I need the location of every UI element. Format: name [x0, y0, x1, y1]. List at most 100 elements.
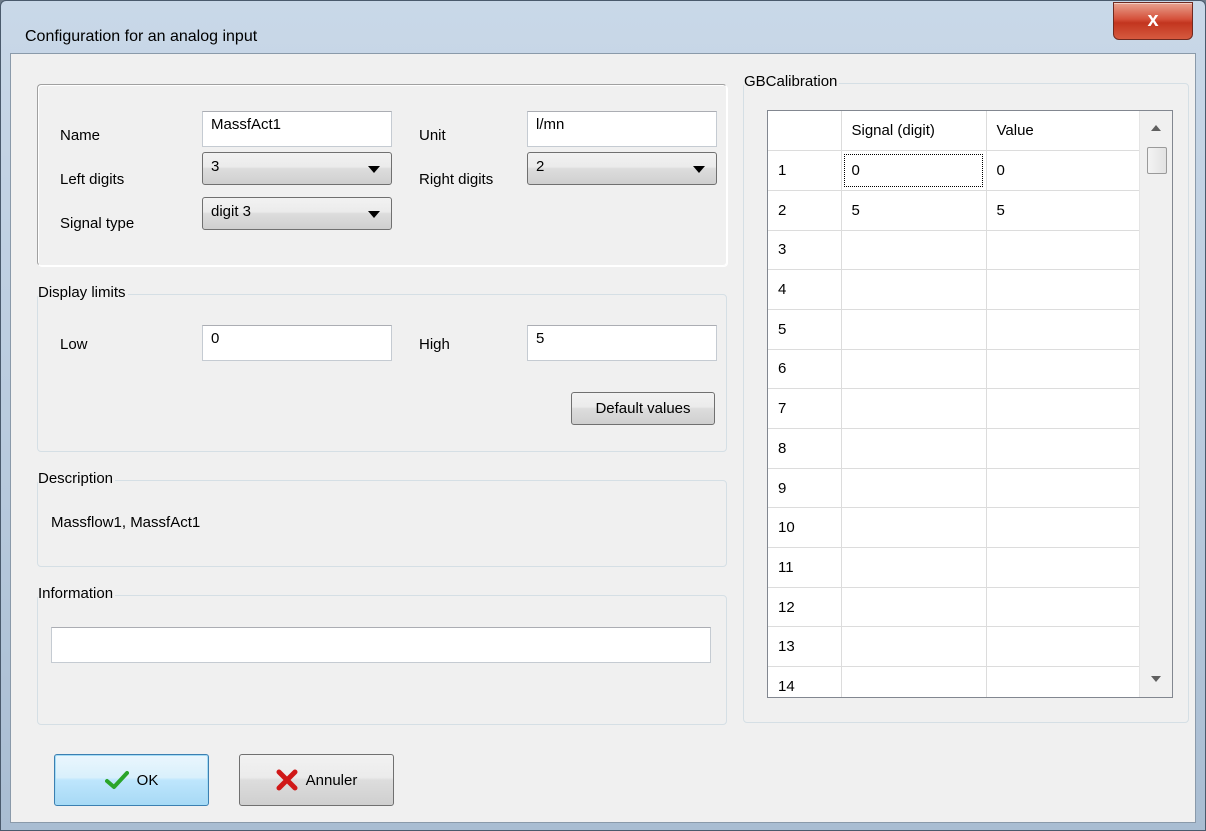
cancel-label: Annuler — [305, 771, 358, 789]
table-row[interactable]: 9 — [768, 468, 1141, 509]
unit-label: Unit — [419, 127, 446, 144]
signal-cell[interactable] — [841, 309, 987, 350]
signal-cell[interactable] — [841, 428, 987, 469]
right-digits-label: Right digits — [419, 171, 494, 188]
ok-label: OK — [136, 771, 159, 789]
row-header: 8 — [768, 428, 842, 469]
close-button[interactable]: x — [1113, 2, 1193, 40]
row-header: 4 — [768, 269, 842, 310]
signal-cell[interactable] — [841, 587, 987, 628]
scroll-up-icon[interactable] — [1140, 111, 1172, 147]
red-x-icon — [276, 769, 298, 791]
left-digits-value: 3 — [211, 158, 220, 175]
ok-button[interactable]: OK — [54, 754, 209, 806]
right-digits-select[interactable]: 2 — [527, 152, 717, 185]
value-cell[interactable] — [986, 666, 1141, 697]
value-column-header[interactable]: Value — [986, 111, 1141, 152]
value-cell[interactable] — [986, 587, 1141, 628]
signal-cell[interactable] — [841, 230, 987, 271]
table-row[interactable]: 6 — [768, 349, 1141, 390]
default-values-button[interactable]: Default values — [571, 392, 715, 425]
name-field[interactable]: MassfAct1 — [202, 111, 392, 147]
grid-corner-header — [768, 111, 842, 152]
table-row[interactable]: 100 — [768, 150, 1141, 191]
low-field[interactable]: 0 — [202, 325, 392, 361]
table-row[interactable]: 3 — [768, 230, 1141, 271]
signal-cell[interactable] — [841, 269, 987, 310]
value-cell[interactable] — [986, 349, 1141, 390]
high-label: High — [419, 336, 450, 353]
cancel-button[interactable]: Annuler — [239, 754, 394, 806]
row-header: 7 — [768, 388, 842, 429]
close-icon: x — [1147, 9, 1159, 31]
right-digits-value: 2 — [536, 158, 545, 175]
display-limits-group: Display limits Low 0 High 5 Default valu… — [37, 284, 727, 452]
table-row[interactable]: 7 — [768, 388, 1141, 429]
row-header: 1 — [768, 150, 842, 191]
table-row[interactable]: 14 — [768, 666, 1141, 697]
left-digits-label: Left digits — [60, 171, 125, 188]
table-row[interactable]: 12 — [768, 587, 1141, 628]
signal-cell[interactable] — [841, 626, 987, 668]
grid-scrollbar[interactable] — [1139, 111, 1172, 697]
signal-cell[interactable]: 5 — [841, 190, 987, 231]
calibration-legend: GBCalibration — [744, 73, 840, 90]
value-cell[interactable] — [986, 468, 1141, 509]
row-header: 3 — [768, 230, 842, 271]
row-header: 9 — [768, 468, 842, 509]
value-cell[interactable] — [986, 309, 1141, 350]
row-header: 5 — [768, 309, 842, 350]
value-cell[interactable] — [986, 428, 1141, 469]
signal-cell[interactable] — [841, 507, 987, 549]
display-limits-legend: Display limits — [38, 284, 128, 301]
scroll-thumb[interactable] — [1147, 147, 1167, 174]
description-legend: Description — [38, 470, 116, 487]
signal-cell[interactable] — [841, 388, 987, 429]
low-label: Low — [60, 336, 88, 353]
value-cell[interactable] — [986, 230, 1141, 271]
calibration-table: Signal (digit) Value 1 0 0 2 5 5 3 4 5 6 7 8 9 10 11 12… — [768, 111, 1141, 697]
value-cell[interactable]: 5 — [986, 190, 1141, 231]
left-digits-select[interactable]: 3 — [202, 152, 392, 185]
signal-column-header[interactable]: Signal (digit) — [841, 111, 987, 152]
information-legend: Information — [38, 585, 116, 602]
table-row[interactable]: 8 — [768, 428, 1141, 469]
general-group: Name MassfAct1 Unit l/mn Left digits 3 R… — [37, 84, 727, 266]
table-row[interactable]: 11 — [768, 547, 1141, 588]
signal-type-select[interactable]: digit 3 — [202, 197, 392, 230]
scroll-down-icon[interactable] — [1140, 661, 1172, 697]
row-header: 12 — [768, 587, 842, 628]
description-text: Massflow1, MassfAct1 — [51, 514, 201, 531]
calibration-grid[interactable]: Signal (digit) Value 1 0 0 2 5 5 3 4 5 6 7 8 9 10 11 12… — [767, 110, 1173, 698]
row-header: 10 — [768, 507, 842, 549]
value-cell[interactable] — [986, 269, 1141, 310]
unit-field[interactable]: l/mn — [527, 111, 717, 147]
signal-cell[interactable] — [841, 468, 987, 509]
signal-cell[interactable] — [841, 666, 987, 697]
high-field[interactable]: 5 — [527, 325, 717, 361]
dialog-window: Configuration for an analog input x Name… — [0, 0, 1206, 831]
value-cell[interactable]: 0 — [986, 150, 1141, 191]
signal-cell[interactable]: 0 — [841, 150, 987, 191]
table-row[interactable]: 13 — [768, 626, 1141, 668]
table-row[interactable]: 10 — [768, 507, 1141, 549]
value-cell[interactable] — [986, 547, 1141, 588]
value-cell[interactable] — [986, 626, 1141, 668]
title-bar[interactable]: Configuration for an analog input x — [1, 1, 1205, 53]
dropdown-arrow-icon — [368, 166, 380, 173]
table-row[interactable]: 4 — [768, 269, 1141, 310]
table-row[interactable]: 255 — [768, 190, 1141, 231]
checkmark-icon — [104, 771, 129, 789]
dropdown-arrow-icon — [368, 211, 380, 218]
table-row[interactable]: 5 — [768, 309, 1141, 350]
row-header: 11 — [768, 547, 842, 588]
name-label: Name — [60, 127, 101, 144]
information-field[interactable] — [51, 627, 711, 663]
grid-header-row: Signal (digit) Value — [768, 111, 1141, 152]
value-cell[interactable] — [986, 507, 1141, 549]
signal-cell[interactable] — [841, 547, 987, 588]
signal-type-label: Signal type — [60, 215, 135, 232]
signal-cell[interactable] — [841, 349, 987, 390]
row-header: 6 — [768, 349, 842, 390]
value-cell[interactable] — [986, 388, 1141, 429]
